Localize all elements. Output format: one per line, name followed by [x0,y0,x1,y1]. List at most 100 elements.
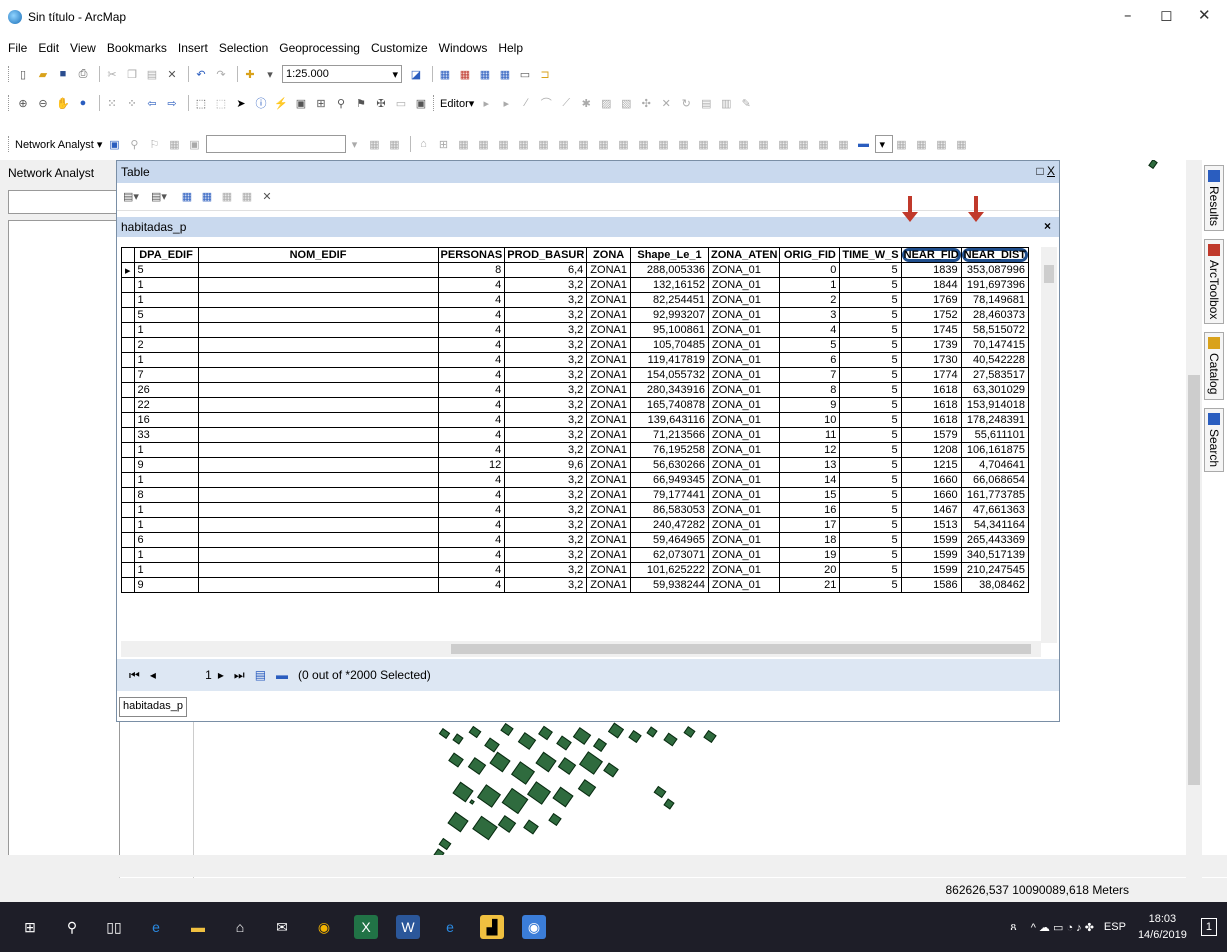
table-cell[interactable]: ZONA_01 [707,337,781,353]
tool-r-icon[interactable]: ▦ [795,136,811,152]
table-cell[interactable]: 1599 [900,562,962,578]
scrollbar-thumb[interactable] [1044,265,1054,283]
tool-h-icon[interactable]: ▦ [595,136,611,152]
row-selector[interactable] [121,487,135,503]
last-record-icon[interactable]: ⏭ [234,668,245,683]
table-cell[interactable]: 4 [437,382,506,398]
table-cell[interactable] [197,307,439,323]
table-cell[interactable]: 191,697396 [960,277,1030,293]
table-cell[interactable]: 161,773785 [960,487,1030,503]
table-cell[interactable]: 210,247545 [960,562,1030,578]
table-cell[interactable]: 18 [779,532,841,548]
table-cell[interactable]: 3,2 [504,367,588,383]
tool-q-icon[interactable]: ▦ [775,136,791,152]
table-cell[interactable]: ZONA1 [586,577,631,593]
row-selector[interactable] [121,292,135,308]
table-row[interactable]: 26 4 3,2 ZONA1 280,343916 ZONA_01 8 5 1618 63,301… [121,382,1030,398]
sticky-notes-icon[interactable]: ▟ [480,915,504,939]
notifications-icon[interactable]: 1 [1200,918,1217,936]
undo-icon[interactable]: ↶ [193,66,209,82]
related-tables-icon[interactable]: ▤▾ [151,189,167,205]
table-cell[interactable]: 280,343916 [629,382,709,398]
clear-selection-icon[interactable]: ▦ [219,189,235,205]
tool-d-icon[interactable]: ▦ [515,136,531,152]
table-cell[interactable]: 55,611101 [960,427,1030,443]
menu-selection[interactable]: Selection [219,41,268,55]
table-cell[interactable]: 4 [437,427,506,443]
table-cell[interactable]: 1660 [900,487,962,503]
table-row[interactable]: 1 4 3,2 ZONA1 86,583053 ZONA_01 16 5 1467 47,6613… [121,502,1030,518]
table-cell[interactable]: 353,087996 [960,262,1030,278]
network-analyst-menu[interactable]: Network Analyst ▾ [15,138,102,151]
select-move-location-icon[interactable]: ⚐ [146,136,162,152]
table-cell[interactable]: 1215 [900,457,962,473]
table-cell[interactable] [197,367,439,383]
table-cell[interactable]: 4 [437,367,506,383]
table-cell[interactable]: 1769 [900,292,962,308]
table-cell[interactable]: 10 [779,412,841,428]
edit-vertices-icon[interactable]: ▨ [598,95,614,111]
table-cell[interactable]: ZONA_01 [707,262,781,278]
table-cell[interactable]: 9 [133,577,199,593]
table-cell[interactable]: ZONA_01 [707,487,781,503]
table-cell[interactable]: 11 [779,427,841,443]
row-selector[interactable] [121,547,135,563]
table-cell[interactable]: 5 [839,412,902,428]
table-cell[interactable]: ZONA_01 [707,367,781,383]
file-explorer-icon[interactable]: ▬ [186,915,210,939]
tool-i-icon[interactable]: ▦ [615,136,631,152]
layout-icon[interactable]: ⌂ [415,136,431,152]
table-cell[interactable]: 59,464965 [629,532,709,548]
table-cell[interactable]: 1774 [900,367,962,383]
table-cell[interactable]: 3,2 [504,577,588,593]
table-cell[interactable]: 9,6 [504,457,588,473]
table-cell[interactable]: 95,100861 [629,322,709,338]
column-header-nom-edif[interactable]: NOM_EDIF [197,247,439,263]
trace-icon[interactable]: ⟋ [558,95,574,111]
tool-p-icon[interactable]: ▦ [755,136,771,152]
reshape-icon[interactable]: ▧ [618,95,634,111]
task-view-icon[interactable]: ▯▯ [102,915,126,939]
table-cell[interactable]: 1618 [900,397,962,413]
table-cell[interactable]: 139,643116 [629,412,709,428]
table-cell[interactable]: 1599 [900,547,962,563]
table-cell[interactable]: ZONA_01 [707,532,781,548]
row-selector[interactable] [121,457,135,473]
catalog-window-icon[interactable]: ▦ [457,66,473,82]
table-cell[interactable]: ZONA1 [586,442,631,458]
table-row[interactable]: 16 4 3,2 ZONA1 139,643116 ZONA_01 10 5 1618 178,2… [121,412,1030,428]
table-cell[interactable]: 4 [779,322,841,338]
network-identify-icon[interactable]: ▦ [386,136,402,152]
table-cell[interactable]: 47,661363 [960,502,1030,518]
table-cell[interactable]: 20 [779,562,841,578]
table-cell[interactable]: 3,2 [504,442,588,458]
table-cell[interactable]: 5 [839,532,902,548]
delete-icon[interactable]: ✕ [164,66,180,82]
table-cell[interactable]: 5 [839,562,902,578]
mail-icon[interactable]: ✉ [270,915,294,939]
show-all-records-icon[interactable]: ▤ [255,668,266,682]
tool-e-icon[interactable]: ▦ [535,136,551,152]
table-cell[interactable]: 1660 [900,472,962,488]
table-cell[interactable]: ZONA_01 [707,577,781,593]
table-cell[interactable]: 5 [839,292,902,308]
attributes-icon[interactable]: ▤ [698,95,714,111]
search-icon[interactable]: ⚲ [60,915,84,939]
table-cell[interactable] [197,562,439,578]
table-cell[interactable]: ZONA_01 [707,442,781,458]
table-cell[interactable]: ZONA_01 [707,412,781,428]
table-cell[interactable]: 3,2 [504,307,588,323]
row-selector[interactable] [121,562,135,578]
table-cell[interactable]: 28,460373 [960,307,1030,323]
table-cell[interactable]: ZONA_01 [707,547,781,563]
table-cell[interactable]: 240,47282 [629,517,709,533]
table-cell[interactable]: ZONA1 [586,352,631,368]
row-selector[interactable]: ▸ [121,262,135,278]
table-cell[interactable]: 66,068654 [960,472,1030,488]
table-cell[interactable] [197,412,439,428]
row-selector[interactable] [121,472,135,488]
table-cell[interactable]: 4 [437,442,506,458]
table-cell[interactable]: 1599 [900,532,962,548]
table-cell[interactable]: 1752 [900,307,962,323]
table-cell[interactable]: ZONA_01 [707,292,781,308]
